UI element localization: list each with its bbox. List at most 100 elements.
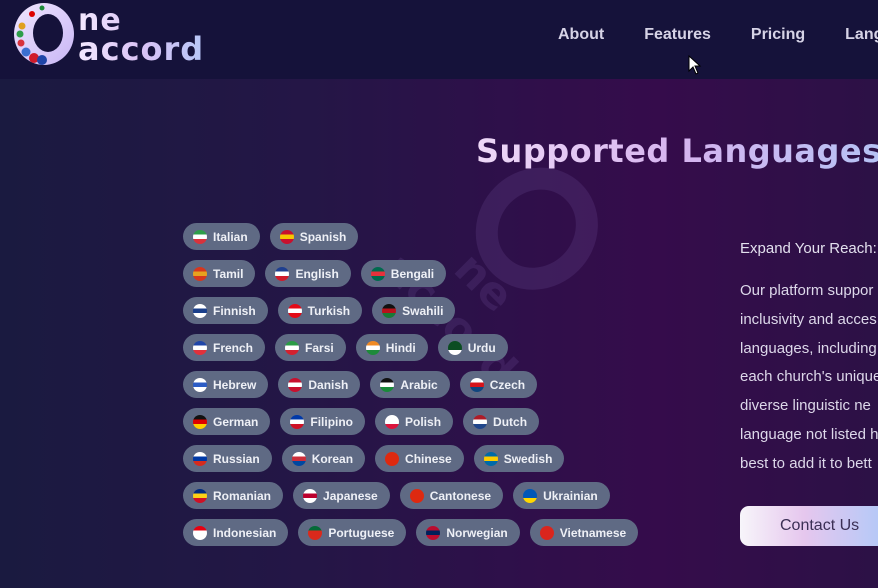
nav-languages[interactable]: Langua [845, 26, 878, 44]
ukraine-flag-icon [523, 488, 538, 503]
language-label: Japanese [323, 488, 378, 503]
india-flag-icon [365, 340, 380, 355]
language-pill[interactable]: Indonesian [183, 519, 289, 546]
paragraph-line: best to add it to bett [740, 454, 872, 472]
language-pill[interactable]: German [183, 408, 271, 435]
denmark-flag-icon [288, 377, 303, 392]
language-row: Italian Spanish [183, 223, 603, 250]
language-label: English [295, 266, 339, 281]
language-row: Tamil English Bengali [183, 260, 603, 287]
language-pill[interactable]: Dutch [463, 408, 540, 435]
language-pill[interactable]: Norwegian [416, 519, 520, 546]
russia-flag-icon [193, 451, 207, 466]
romania-flag-icon [193, 488, 207, 503]
language-row: German Filipino Polish Dutch [183, 408, 603, 435]
language-label: Cantonese [429, 488, 492, 503]
language-row: Indonesian Portuguese Norwegian Vietnamese [183, 519, 639, 546]
paragraph-line: languages, including [740, 339, 877, 357]
kenya-flag-icon [382, 303, 397, 318]
language-pill-list: Italian Spanish Tamil English Bengali Finnish… [183, 223, 639, 556]
czech-flag-icon [469, 377, 484, 392]
language-label: Arabic [400, 377, 438, 392]
language-pill[interactable]: Cantonese [399, 482, 504, 509]
language-label: Vietnamese [559, 525, 627, 540]
israel-flag-icon [193, 377, 207, 392]
sweden-flag-icon [483, 451, 498, 466]
turkey-flag-icon [287, 303, 302, 318]
site-header: ne accord About Features Pricing Langua [0, 0, 878, 79]
language-label: Norwegian [446, 525, 508, 540]
language-label: Czech [489, 377, 526, 392]
language-pill[interactable]: Farsi [275, 334, 346, 361]
language-label: Dutch [493, 414, 528, 429]
language-pill[interactable]: Vietnamese [529, 519, 639, 546]
language-pill[interactable]: Russian [183, 445, 272, 472]
language-label: Urdu [467, 340, 496, 355]
language-pill[interactable]: Turkish [277, 297, 363, 324]
language-pill[interactable]: Filipino [280, 408, 366, 435]
language-label: Hebrew [213, 377, 257, 392]
language-label: Bengali [390, 266, 435, 281]
language-pill[interactable]: Tamil [183, 260, 256, 287]
italy-flag-icon [193, 229, 207, 244]
language-label: Romanian [213, 488, 272, 503]
language-pill[interactable]: Korean [281, 445, 366, 472]
language-info: Expand Your Reach: Our platform suppor i… [740, 240, 878, 479]
hongkong-flag-icon [409, 488, 424, 503]
language-pill[interactable]: Czech [459, 371, 538, 398]
indonesia-flag-icon [193, 525, 207, 540]
language-pill[interactable]: Finnish [183, 297, 268, 324]
language-label: Russian [213, 451, 260, 466]
language-pill[interactable]: Swedish [473, 445, 565, 472]
vietnam-flag-icon [539, 525, 554, 540]
language-pill[interactable]: Polish [375, 408, 454, 435]
language-pill[interactable]: Italian [183, 223, 260, 250]
language-pill[interactable]: Japanese [293, 482, 390, 509]
brand-logo[interactable]: ne accord [12, 2, 217, 66]
language-row: Finnish Turkish Swahili [183, 297, 603, 324]
language-pill[interactable]: Swahili [372, 297, 456, 324]
language-label: Korean [311, 451, 354, 466]
language-pill[interactable]: Urdu [437, 334, 508, 361]
uk-flag-icon [275, 266, 290, 281]
language-row: French Farsi Hindi Urdu [183, 334, 603, 361]
language-row: Russian Korean Chinese Swedish [183, 445, 603, 472]
logo-wordmark: ne accord [78, 3, 205, 68]
china-flag-icon [385, 451, 400, 466]
nav-features[interactable]: Features [644, 26, 711, 44]
japan-flag-icon [303, 488, 318, 503]
language-pill[interactable]: French [183, 334, 266, 361]
language-pill[interactable]: Spanish [269, 223, 359, 250]
nav-about[interactable]: About [558, 26, 604, 44]
language-pill[interactable]: Chinese [375, 445, 464, 472]
language-pill[interactable]: Hebrew [183, 371, 269, 398]
language-pill[interactable]: Romanian [183, 482, 284, 509]
france-flag-icon [193, 340, 207, 355]
netherlands-flag-icon [473, 414, 488, 429]
philippines-flag-icon [290, 414, 305, 429]
mouse-cursor-icon [688, 55, 702, 75]
contact-us-button[interactable]: Contact Us [740, 506, 878, 546]
language-label: Spanish [299, 229, 347, 244]
language-label: Tamil [213, 266, 244, 281]
language-label: Swedish [503, 451, 553, 466]
language-pill[interactable]: English [265, 260, 351, 287]
language-label: Portuguese [328, 525, 395, 540]
language-pill[interactable]: Portuguese [298, 519, 407, 546]
language-pill[interactable]: Bengali [360, 260, 447, 287]
pakistan-flag-icon [447, 340, 462, 355]
language-label: Indonesian [213, 525, 277, 540]
language-pill[interactable]: Arabic [370, 371, 450, 398]
language-label: German [213, 414, 259, 429]
language-label: Chinese [405, 451, 452, 466]
language-label: Italian [213, 229, 248, 244]
language-pill[interactable]: Ukrainian [513, 482, 610, 509]
language-pill[interactable]: Hindi [355, 334, 428, 361]
language-row: Hebrew Danish Arabic Czech [183, 371, 603, 398]
norway-flag-icon [426, 525, 441, 540]
poland-flag-icon [385, 414, 400, 429]
section-title: Supported Languages [476, 132, 878, 170]
nav-pricing[interactable]: Pricing [751, 26, 805, 44]
language-pill[interactable]: Danish [278, 371, 361, 398]
language-label: Swahili [402, 303, 444, 318]
